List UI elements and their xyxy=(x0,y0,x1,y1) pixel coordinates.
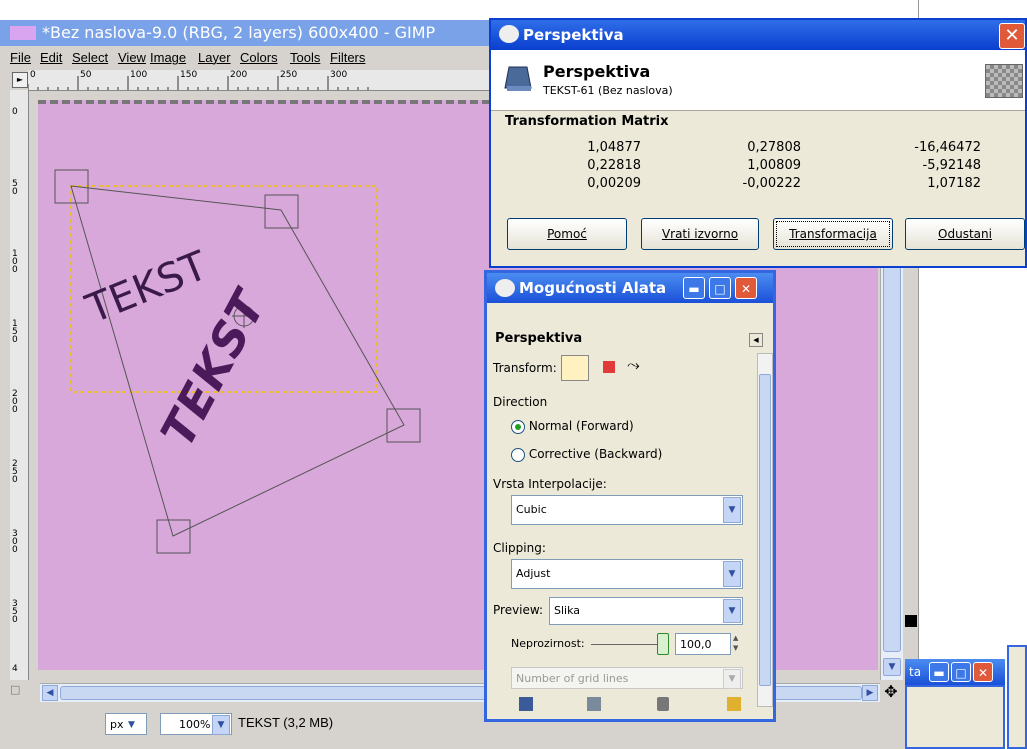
opacity-slider-handle[interactable] xyxy=(657,633,669,655)
transform-selection-icon[interactable] xyxy=(603,361,615,373)
matrix-cell: 1,04877 xyxy=(587,140,641,155)
zoom-value: 100% xyxy=(179,718,211,731)
scroll-right-arrow-icon[interactable]: ▶ xyxy=(862,685,878,701)
zoom-select[interactable]: 100% ▼ xyxy=(160,713,232,735)
matrix-label: Transformation Matrix xyxy=(505,114,669,129)
reset-options-icon[interactable] xyxy=(727,697,741,711)
help-button[interactable]: Pomoć xyxy=(507,218,627,250)
reset-button[interactable]: Vrati izvorno xyxy=(641,218,759,250)
zoom-chevron-down-icon: ▼ xyxy=(212,715,230,735)
perspective-dialog: Perspektiva ✕ Perspektiva TEKST-61 (Bez … xyxy=(489,18,1027,268)
transform-layer-icon[interactable] xyxy=(561,355,589,381)
gimp-wilber-icon xyxy=(495,279,515,297)
cancel-button[interactable]: Odustani xyxy=(905,218,1025,250)
reset-button-label: Vrati izvorno xyxy=(661,227,739,241)
tab-menu-icon[interactable]: ◀ xyxy=(749,333,763,347)
opacity-input[interactable]: 100,0 xyxy=(675,633,731,655)
tool-options-dialog: Mogućnosti Alata ▬ □ ✕ Perspektiva ◀ Tra… xyxy=(484,270,776,722)
opacity-label: Neprozirnost: xyxy=(511,637,585,650)
maximize-icon[interactable]: □ xyxy=(951,662,971,682)
interpolation-chevron-down-icon: ▼ xyxy=(723,497,741,523)
mask-toggle-icon[interactable]: □ xyxy=(10,683,38,701)
interpolation-value: Cubic xyxy=(516,503,547,516)
handle-bottom-left[interactable] xyxy=(156,519,191,554)
navigate-move-icon[interactable]: ✥ xyxy=(880,683,902,701)
options-scroll-thumb[interactable] xyxy=(759,374,771,686)
matrix-cell: -5,92148 xyxy=(922,158,981,173)
grid-lines-placeholder: Number of grid lines xyxy=(516,672,629,685)
transform-button[interactable]: Transformacija xyxy=(773,218,893,250)
radio-unselected[interactable] xyxy=(511,447,525,462)
scroll-down-arrow-icon[interactable]: ▼ xyxy=(883,658,901,676)
direction-normal-label: Normal (Forward) xyxy=(528,419,634,433)
layer-thumbnail-preview xyxy=(985,64,1023,98)
perspective-tool-icon xyxy=(504,66,532,91)
preview-select[interactable]: Slika ▼ xyxy=(549,597,743,625)
preview-value: Slika xyxy=(554,604,581,617)
opacity-value: 100,0 xyxy=(680,638,712,651)
close-icon[interactable]: ✕ xyxy=(999,23,1025,49)
scroll-left-arrow-icon[interactable]: ◀ xyxy=(42,685,58,701)
interpolation-select[interactable]: Cubic ▼ xyxy=(511,495,743,525)
tool-options-title: Mogućnosti Alata xyxy=(519,279,667,297)
transform-label: Transform: xyxy=(493,361,557,375)
status-info: TEKST (3,2 MB) xyxy=(238,715,334,730)
matrix-cell: -16,46472 xyxy=(914,140,981,155)
matrix-cell: 0,22818 xyxy=(587,158,641,173)
interpolation-label: Vrsta Interpolacije: xyxy=(493,477,607,491)
secondary-dialog-body xyxy=(905,685,1005,749)
secondary-dialog-title: ta xyxy=(909,665,922,679)
tool-section-title: Perspektiva xyxy=(495,331,583,346)
preview-chevron-down-icon: ▼ xyxy=(723,599,741,623)
unit-select[interactable]: px ▼ xyxy=(105,713,147,735)
matrix-cell: 0,00209 xyxy=(587,176,641,191)
direction-normal-option[interactable]: Normal (Forward) xyxy=(511,419,634,434)
grid-lines-chevron-down-icon: ▼ xyxy=(723,669,741,689)
opacity-spinner-icon[interactable]: ▲ ▼ xyxy=(733,633,738,653)
transform-button-label: Transformacija xyxy=(789,227,877,241)
help-button-label: Pomoć xyxy=(547,227,587,241)
perspective-dialog-titlebar: Perspektiva ✕ xyxy=(491,20,1025,50)
preview-label: Preview: xyxy=(493,603,544,617)
direction-label: Direction xyxy=(493,395,548,409)
delete-options-icon[interactable] xyxy=(657,697,669,711)
clipping-value: Adjust xyxy=(516,567,551,580)
options-scrollbar[interactable] xyxy=(757,353,773,707)
perspective-dialog-header: Perspektiva TEKST-61 (Bez naslova) xyxy=(491,50,1025,111)
minimize-icon[interactable]: ▬ xyxy=(929,662,949,682)
secondary-dialog-titlebar: ta ▬ □ ✕ xyxy=(905,659,1005,685)
close-icon[interactable]: ✕ xyxy=(735,277,757,299)
clipping-select[interactable]: Adjust ▼ xyxy=(511,559,743,589)
transform-path-icon[interactable]: ⤳ xyxy=(627,355,640,375)
secondary-dialog-partial: ta ▬ □ ✕ xyxy=(905,615,1027,749)
perspective-subheading: TEKST-61 (Bez naslova) xyxy=(543,84,673,97)
matrix-cell: 1,07182 xyxy=(927,176,981,191)
perspective-dialog-title: Perspektiva xyxy=(523,26,624,44)
tool-options-titlebar: Mogućnosti Alata ▬ □ ✕ xyxy=(487,273,773,303)
direction-corrective-label: Corrective (Backward) xyxy=(528,447,663,461)
radio-selected[interactable] xyxy=(511,419,525,434)
cancel-button-label: Odustani xyxy=(938,227,992,241)
unit-chevron-down-icon: ▼ xyxy=(128,720,135,730)
perspective-heading: Perspektiva xyxy=(543,62,651,81)
minimize-icon[interactable]: ▬ xyxy=(683,277,705,299)
matrix-cell: -0,00222 xyxy=(742,176,801,191)
cursor-marker xyxy=(905,615,917,627)
close-icon[interactable]: ✕ xyxy=(973,662,993,682)
restore-options-icon[interactable] xyxy=(587,697,601,711)
transformation-matrix: 1,04877 0,27808 -16,46472 0,22818 1,0080… xyxy=(491,140,1025,200)
opacity-slider-track[interactable] xyxy=(591,644,657,645)
matrix-cell: 1,00809 xyxy=(747,158,801,173)
gimp-wilber-icon xyxy=(499,25,519,43)
matrix-cell: 0,27808 xyxy=(747,140,801,155)
clipping-label: Clipping: xyxy=(493,541,546,555)
direction-corrective-option[interactable]: Corrective (Backward) xyxy=(511,447,662,462)
status-bar: px ▼ 100% ▼ TEKST (3,2 MB) xyxy=(0,703,918,749)
tertiary-dialog-edge xyxy=(1007,645,1027,749)
clipping-chevron-down-icon: ▼ xyxy=(723,561,741,587)
unit-value: px xyxy=(110,718,124,731)
grid-lines-select[interactable]: Number of grid lines ▼ xyxy=(511,667,743,689)
save-options-icon[interactable] xyxy=(519,697,533,711)
maximize-icon[interactable]: □ xyxy=(709,277,731,299)
